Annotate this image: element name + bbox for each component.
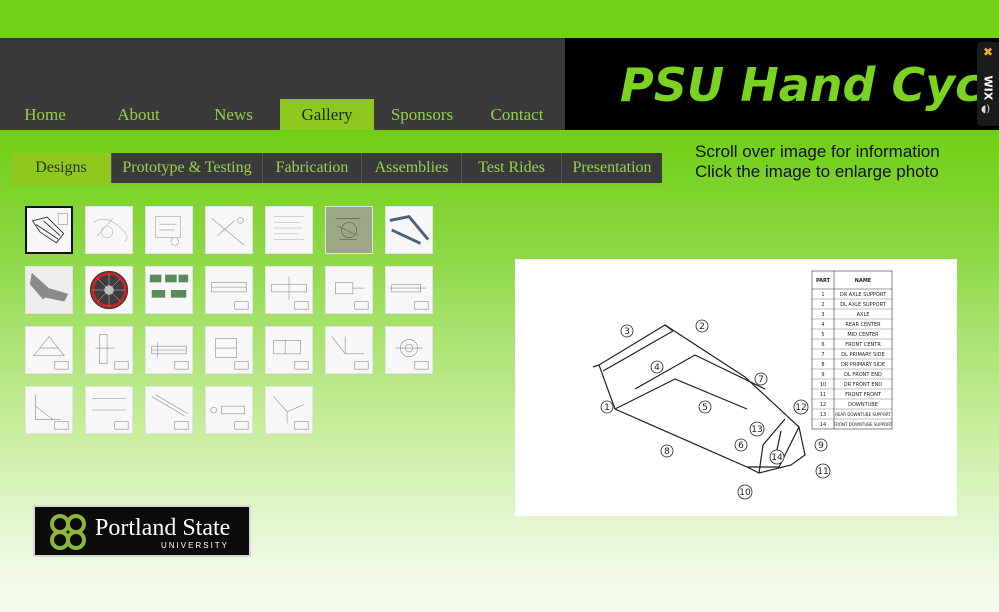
balloon-label: 2: [699, 322, 705, 332]
instruction-line-2: Click the image to enlarge photo: [695, 162, 939, 181]
gallery-instructions: Scroll over image for information Click …: [695, 142, 985, 182]
thumbnail[interactable]: [265, 266, 313, 314]
part-name: REAR CENTER: [845, 322, 881, 328]
tab-fabrication[interactable]: Fabrication: [263, 153, 362, 183]
part-name: FRONT DOWNTUBE SUPPORT: [834, 422, 893, 427]
speaker-icon: ◖): [981, 104, 991, 115]
part-name: DR PRIMARY SIDE: [841, 362, 885, 368]
nav-news[interactable]: News: [187, 99, 280, 130]
part-number: 9: [821, 372, 824, 378]
enlarged-preview[interactable]: 1 2 3 4 5 6 7 8 9 10 11 12 13 14 PART NA…: [515, 259, 957, 516]
thumbnail[interactable]: [25, 386, 73, 434]
part-name: DR FRONT END: [844, 382, 882, 388]
part-name: DL FRONT END: [844, 372, 882, 378]
balloon-label: 6: [738, 441, 744, 451]
thumbnail[interactable]: [265, 386, 313, 434]
part-number: 2: [821, 302, 824, 308]
instruction-line-1: Scroll over image for information: [695, 142, 940, 161]
thumbnail[interactable]: [325, 266, 373, 314]
part-number: 8: [821, 362, 824, 368]
nav-about[interactable]: About: [92, 99, 185, 130]
balloon-label: 3: [624, 327, 630, 337]
nav-home[interactable]: Home: [0, 99, 90, 130]
part-number: 11: [820, 392, 826, 398]
thumbnail[interactable]: [385, 266, 433, 314]
thumbnail[interactable]: [325, 206, 373, 254]
balloon-label: 8: [664, 447, 670, 457]
thumbnail[interactable]: [205, 206, 253, 254]
wix-star-icon: ✖: [983, 45, 994, 59]
thumbnail[interactable]: [25, 326, 73, 374]
thumbnail[interactable]: [25, 206, 73, 254]
thumbnail[interactable]: [325, 326, 373, 374]
part-number: 4: [821, 322, 824, 328]
top-green-bar: [0, 0, 999, 38]
thumbnail[interactable]: [265, 206, 313, 254]
thumbnail[interactable]: [85, 326, 133, 374]
site-title: PSU Hand Cycle: [620, 58, 999, 112]
nav-sponsors[interactable]: Sponsors: [376, 99, 468, 130]
psu-logo-university: UNIVERSITY: [161, 541, 230, 550]
thumbnail[interactable]: [265, 326, 313, 374]
balloon-label: 7: [758, 375, 764, 385]
part-name: FRONT CENTR: [845, 342, 881, 348]
table-header-name: NAME: [855, 278, 872, 284]
thumbnail[interactable]: [205, 386, 253, 434]
wix-badge-label: WIX: [981, 75, 995, 101]
part-number: 10: [820, 382, 826, 388]
part-number: 12: [820, 402, 826, 408]
thumbnail[interactable]: [145, 326, 193, 374]
gallery-subnav: Designs Prototype & Testing Fabrication …: [11, 153, 662, 185]
thumbnail[interactable]: [145, 386, 193, 434]
balloon-label: 14: [771, 453, 783, 463]
part-number: 13: [820, 412, 826, 418]
part-number: 7: [821, 352, 824, 358]
balloon-label: 1: [604, 403, 610, 413]
thumbnail[interactable]: [145, 206, 193, 254]
thumbnail[interactable]: [205, 326, 253, 374]
thumbnail[interactable]: [385, 326, 433, 374]
tab-prototype-testing[interactable]: Prototype & Testing: [112, 153, 263, 183]
tab-test-rides[interactable]: Test Rides: [462, 153, 562, 183]
balloon-label: 10: [739, 488, 751, 498]
thumbnail[interactable]: [385, 206, 433, 254]
thumbnail[interactable]: [85, 266, 133, 314]
psu-knot-icon: [50, 514, 86, 550]
nav-gallery[interactable]: Gallery: [280, 99, 374, 130]
thumbnail[interactable]: [85, 386, 133, 434]
part-name: MID CENTER: [847, 332, 879, 338]
part-number: 14: [820, 422, 826, 428]
balloon-label: 5: [702, 403, 708, 413]
psu-logo-name: Portland State: [95, 515, 231, 541]
part-number: 6: [821, 342, 824, 348]
part-number: 5: [821, 332, 824, 338]
part-number: 3: [821, 312, 824, 318]
balloon-label: 9: [818, 441, 824, 451]
part-name: REAR DOWNTUBE SUPPORT: [835, 412, 891, 417]
part-name: DOWNTUBE: [848, 402, 878, 408]
thumbnail[interactable]: [25, 266, 73, 314]
part-number: 1: [821, 292, 824, 298]
part-name: DR AXLE SUPPORT: [840, 292, 887, 298]
part-name: DL AXLE SUPPORT: [840, 302, 887, 308]
tab-presentation[interactable]: Presentation: [562, 153, 662, 183]
tab-designs[interactable]: Designs: [11, 153, 112, 183]
thumbnail[interactable]: [85, 206, 133, 254]
table-header-part: PART: [816, 278, 831, 284]
wix-badge[interactable]: ✖ WIX ◖): [977, 42, 999, 126]
thumbnail[interactable]: [145, 266, 193, 314]
part-name: DL PRIMARY SIDE: [841, 352, 884, 358]
tab-assemblies[interactable]: Assemblies: [362, 153, 462, 183]
balloon-label: 12: [795, 403, 806, 413]
part-name: FRONT FRONT: [845, 392, 882, 398]
psu-logo[interactable]: Portland State UNIVERSITY: [33, 505, 251, 557]
balloon-label: 11: [817, 467, 828, 477]
balloon-label: 4: [654, 363, 660, 373]
balloon-label: 13: [751, 425, 762, 435]
nav-contact[interactable]: Contact: [470, 99, 564, 130]
thumbnail[interactable]: [205, 266, 253, 314]
part-name: AXLE: [857, 312, 870, 318]
